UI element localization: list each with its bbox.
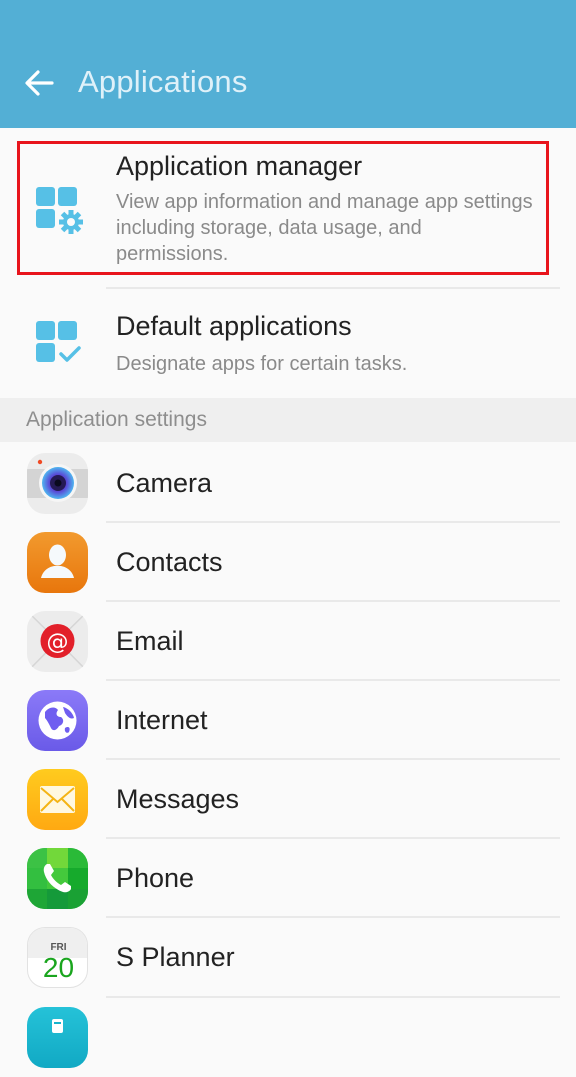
- app-item-internet[interactable]: Internet: [0, 681, 576, 760]
- app-icon-partial: [27, 1007, 88, 1068]
- application-manager-item[interactable]: Application manager View app information…: [0, 141, 576, 287]
- app-item-phone[interactable]: Phone: [0, 839, 576, 918]
- grid-check-icon: [36, 321, 84, 369]
- app-label: S Planner: [116, 942, 235, 972]
- contacts-icon: [27, 532, 88, 593]
- calendar-date: 20: [43, 952, 74, 983]
- email-icon: @: [27, 611, 88, 672]
- grid-gear-icon: [36, 187, 84, 235]
- section-header-label: Application settings: [26, 408, 207, 431]
- app-label: Contacts: [116, 547, 223, 577]
- messages-icon: [27, 769, 88, 830]
- app-label: Camera: [116, 468, 213, 498]
- back-button[interactable]: [22, 66, 56, 100]
- application-manager-title: Application manager: [116, 151, 363, 181]
- arrow-left-icon: [25, 70, 54, 96]
- default-applications-item[interactable]: Default applications Designate apps for …: [0, 289, 576, 398]
- app-label: Internet: [116, 705, 208, 735]
- section-header: Application settings: [0, 398, 576, 442]
- internet-icon: [27, 690, 88, 751]
- camera-icon: [27, 453, 88, 514]
- phone-icon: [27, 848, 88, 909]
- application-manager-subtitle: View app information and manage app sett…: [116, 191, 533, 265]
- default-applications-title: Default applications: [116, 311, 352, 341]
- app-item-partial[interactable]: [0, 998, 576, 1077]
- app-item-messages[interactable]: Messages: [0, 760, 576, 839]
- app-item-email[interactable]: @ Email: [0, 602, 576, 681]
- app-bar: Applications: [0, 0, 576, 128]
- page-title: Applications: [78, 64, 248, 99]
- calendar-icon: FRI 20: [27, 927, 88, 988]
- svg-text:@: @: [47, 630, 69, 655]
- app-label: Messages: [116, 784, 240, 814]
- app-label: Phone: [116, 863, 195, 893]
- app-item-camera[interactable]: Camera: [0, 444, 576, 523]
- app-item-contacts[interactable]: Contacts: [0, 523, 576, 602]
- default-applications-subtitle: Designate apps for certain tasks.: [116, 353, 408, 375]
- app-label: Email: [116, 626, 184, 656]
- app-item-s-planner[interactable]: FRI 20 S Planner: [0, 918, 576, 997]
